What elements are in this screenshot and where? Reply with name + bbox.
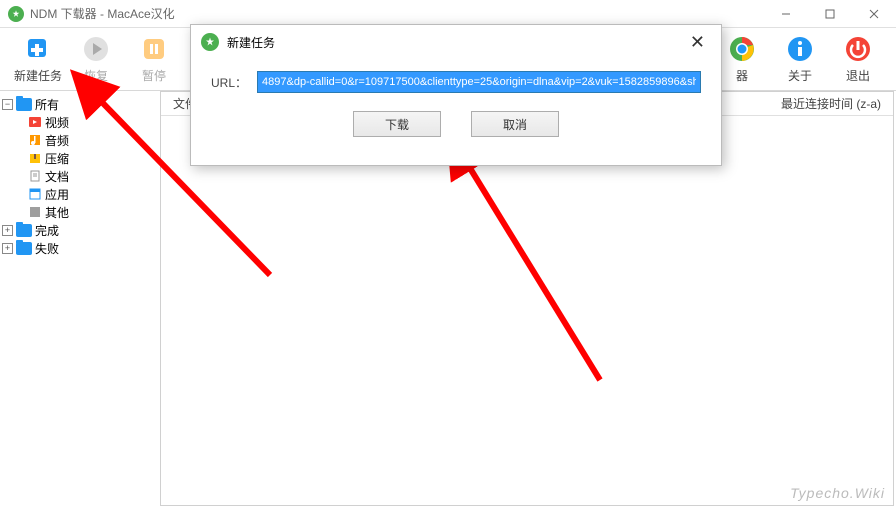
tree-label: 应用 [45,186,69,203]
dialog-titlebar: 新建任务 ✕ [191,25,721,59]
toolbar-label: 恢复 [84,67,108,84]
url-label: URL： [211,74,247,91]
download-button[interactable]: 下载 [353,111,441,137]
collapse-icon[interactable]: − [2,99,13,110]
browser-button[interactable]: 器 [714,31,770,87]
app-logo-icon [201,33,219,51]
expand-icon[interactable]: + [2,225,13,236]
minimize-button[interactable] [764,0,808,28]
doc-icon [28,169,42,183]
maximize-button[interactable] [808,0,852,28]
folder-icon [16,224,32,237]
category-sidebar: − 所有 视频 音频 压缩 文档 应用 其他 + 完成 + 失败 [0,91,160,508]
toolbar-label: 新建任务 [14,67,62,84]
tree-item-audio[interactable]: 音频 [2,131,158,149]
info-icon [785,34,815,64]
tree-label: 压缩 [45,150,69,167]
tree-item-done[interactable]: + 完成 [2,221,158,239]
resume-button[interactable]: 恢复 [68,31,124,87]
toolbar-label: 暂停 [142,67,166,84]
toolbar-label: 器 [736,67,748,84]
cancel-button[interactable]: 取消 [471,111,559,137]
new-task-icon [23,34,53,64]
tree-item-doc[interactable]: 文档 [2,167,158,185]
new-task-dialog: 新建任务 ✕ URL： 下载 取消 [190,24,722,166]
dialog-title: 新建任务 [227,34,275,51]
tree-item-video[interactable]: 视频 [2,113,158,131]
tree-label: 完成 [35,222,59,239]
power-icon [843,34,873,64]
video-icon [28,115,42,129]
button-label: 下载 [385,116,409,133]
play-icon [81,34,111,64]
exit-button[interactable]: 退出 [830,31,886,87]
expand-icon[interactable]: + [2,243,13,254]
close-button[interactable] [852,0,896,28]
tree-label: 失败 [35,240,59,257]
tree-label: 其他 [45,204,69,221]
tree-item-all[interactable]: − 所有 [2,95,158,113]
chrome-icon [727,34,757,64]
tree-item-fail[interactable]: + 失败 [2,239,158,257]
tree-label: 音频 [45,132,69,149]
dialog-close-button[interactable]: ✕ [684,30,711,55]
toolbar-label: 退出 [846,67,870,84]
tree-label: 视频 [45,114,69,131]
audio-icon [28,133,42,147]
other-icon [28,205,42,219]
new-task-button[interactable]: 新建任务 [10,31,66,87]
archive-icon [28,151,42,165]
url-input[interactable] [257,71,701,93]
tree-label: 所有 [35,96,59,113]
column-time[interactable]: 最近连接时间 (z-a) [781,95,881,112]
folder-icon [16,98,32,111]
watermark: Typecho.Wiki [790,485,885,501]
folder-icon [16,242,32,255]
pause-icon [139,34,169,64]
app-logo-icon [8,6,24,22]
tree-item-archive[interactable]: 压缩 [2,149,158,167]
tree-item-app[interactable]: 应用 [2,185,158,203]
about-button[interactable]: 关于 [772,31,828,87]
toolbar-label: 关于 [788,67,812,84]
button-label: 取消 [503,116,527,133]
window-title: NDM 下载器 - MacAce汉化 [30,5,175,22]
tree-label: 文档 [45,168,69,185]
app-icon [28,187,42,201]
tree-item-other[interactable]: 其他 [2,203,158,221]
pause-button[interactable]: 暂停 [126,31,182,87]
